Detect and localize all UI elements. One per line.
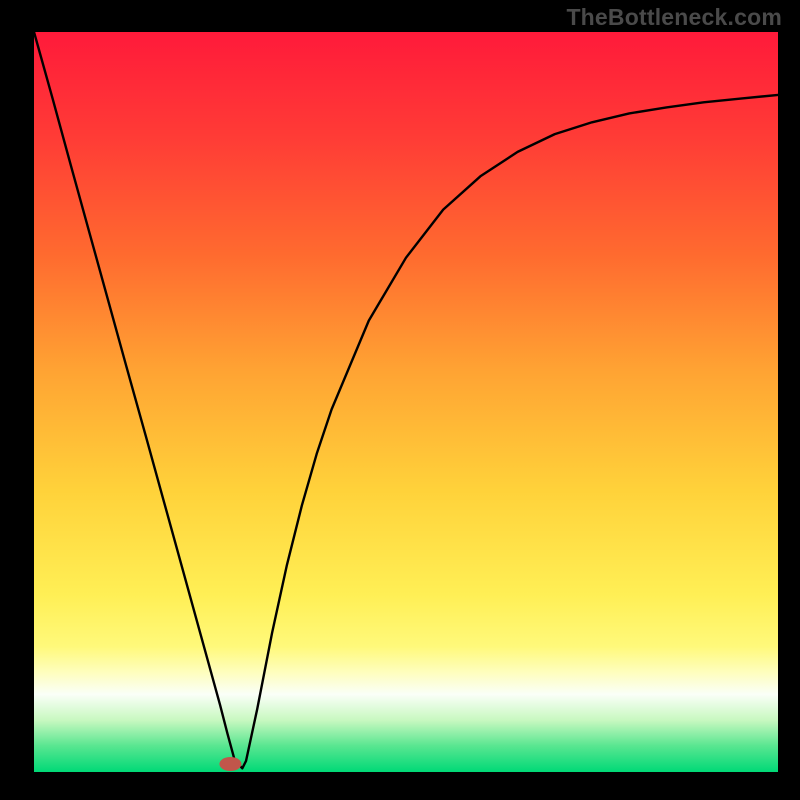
marker-dot — [219, 757, 241, 771]
chart-svg — [0, 0, 800, 800]
chart-frame: TheBottleneck.com — [0, 0, 800, 800]
watermark-text: TheBottleneck.com — [566, 4, 782, 31]
plot-background — [34, 32, 778, 772]
